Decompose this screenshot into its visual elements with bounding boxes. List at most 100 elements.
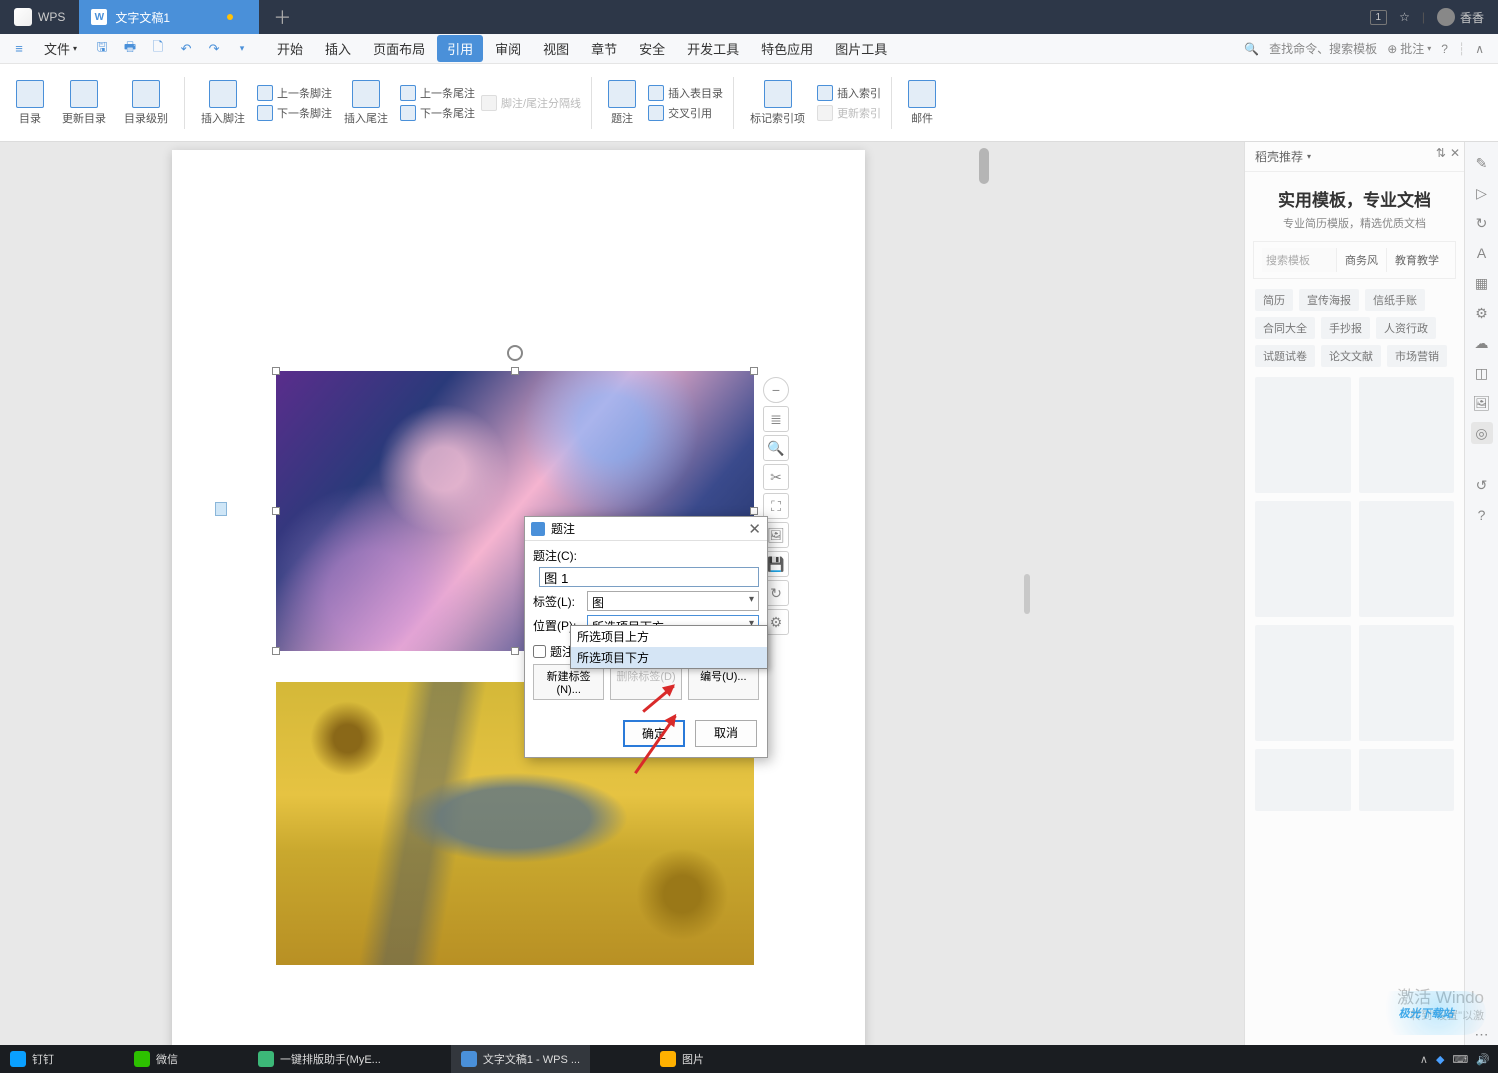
help-icon[interactable]: ?	[1441, 42, 1448, 56]
help2-icon[interactable]: ?	[1471, 504, 1493, 526]
template-card[interactable]	[1359, 625, 1455, 741]
template-tag[interactable]: 合同大全	[1255, 317, 1315, 339]
menu-tab-8[interactable]: 开发工具	[677, 35, 749, 62]
menu-tab-1[interactable]: 插入	[315, 35, 361, 62]
template-tag[interactable]: 简历	[1255, 289, 1293, 311]
zoom-image-icon[interactable]: 🔍	[763, 435, 789, 461]
mark-index-button[interactable]: 标记索引项	[744, 80, 811, 126]
new-label-button[interactable]: 新建标签(N)...	[533, 664, 604, 700]
favorite-icon[interactable]: ☆	[1399, 10, 1410, 24]
new-tab-button[interactable]: ＋	[259, 4, 305, 30]
resize-handle-ml[interactable]	[272, 507, 280, 515]
search-commands[interactable]: 查找命令、搜索模板	[1269, 40, 1377, 57]
tray-up-icon[interactable]: ∧	[1420, 1053, 1428, 1066]
include-label-checkbox[interactable]	[533, 645, 546, 658]
tray-cloud-icon[interactable]: ◆	[1436, 1053, 1444, 1066]
taskbar-item[interactable]: 一键排版助手(MyE...	[248, 1045, 391, 1073]
history-icon[interactable]: ↺	[1471, 474, 1493, 496]
template-tag[interactable]: 论文文献	[1321, 345, 1381, 367]
template-card[interactable]	[1255, 625, 1351, 741]
ok-button[interactable]: 确定	[623, 720, 685, 747]
template-card[interactable]	[1255, 501, 1351, 617]
refresh-icon[interactable]: ↻	[1471, 212, 1493, 234]
template-tab-education[interactable]: 教育教学	[1386, 248, 1447, 272]
template-tag[interactable]: 宣传海报	[1299, 289, 1359, 311]
dropdown-icon[interactable]: ▾	[231, 38, 253, 60]
panel-resize-grip[interactable]	[1024, 574, 1030, 614]
grid-icon[interactable]: ▦	[1471, 272, 1493, 294]
insert-endnote-button[interactable]: 插入尾注	[338, 80, 394, 126]
toc-button[interactable]: 目录	[10, 80, 50, 126]
template-tag[interactable]: 市场营销	[1387, 345, 1447, 367]
hamburger-icon[interactable]: ≡	[8, 38, 30, 60]
template-card[interactable]	[1359, 501, 1455, 617]
template-tag[interactable]: 手抄报	[1321, 317, 1370, 339]
resize-handle-bc[interactable]	[511, 647, 519, 655]
vertical-scrollbar[interactable]	[978, 144, 990, 1043]
template-card[interactable]	[1359, 377, 1455, 493]
position-option-below[interactable]: 所选项目下方	[571, 647, 767, 668]
resize-handle-mr[interactable]	[750, 507, 758, 515]
dialog-titlebar[interactable]: 题注 ✕	[525, 517, 767, 541]
annotate-button[interactable]: ⊕ 批注 ▾	[1387, 40, 1431, 57]
document-area[interactable]: − ≣ 🔍 ✂ ⛶ 🖼 💾 ↻ ⚙ 题注 ✕ 题注(C): 标签(L): 图	[0, 142, 1244, 1045]
cross-ref-button[interactable]: 交叉引用	[648, 105, 723, 121]
panel-options-icon[interactable]: ⇅	[1436, 146, 1446, 160]
cloud-icon[interactable]: ☁	[1471, 332, 1493, 354]
template-search-input[interactable]: 搜索模板	[1262, 248, 1336, 272]
prev-footnote-button[interactable]: 上一条脚注	[257, 85, 332, 101]
tray-lang-icon[interactable]: ⌨	[1452, 1053, 1468, 1066]
prev-endnote-button[interactable]: 上一条尾注	[400, 85, 475, 101]
user-chip[interactable]: 香香	[1437, 8, 1484, 26]
pages-badge[interactable]: 1	[1370, 10, 1388, 25]
template-tag[interactable]: 试题试卷	[1255, 345, 1315, 367]
cancel-button[interactable]: 取消	[695, 720, 757, 747]
menu-tab-9[interactable]: 特色应用	[751, 35, 823, 62]
taskbar-item[interactable]: 钉钉	[0, 1045, 64, 1073]
resize-handle-bl[interactable]	[272, 647, 280, 655]
document-tab[interactable]: W 文字文稿1	[79, 0, 259, 34]
insert-footnote-button[interactable]: 插入脚注	[195, 80, 251, 126]
save-icon[interactable]: 🖫	[91, 38, 113, 60]
collapse-toolbar-icon[interactable]: −	[763, 377, 789, 403]
dialog-close-icon[interactable]: ✕	[748, 520, 761, 538]
text-icon[interactable]: A	[1471, 242, 1493, 264]
mail-button[interactable]: 邮件	[902, 80, 942, 126]
caption-button[interactable]: 题注	[602, 80, 642, 126]
resize-handle-tl[interactable]	[272, 367, 280, 375]
menu-tab-7[interactable]: 安全	[629, 35, 675, 62]
taskbar-item[interactable]: 微信	[124, 1045, 188, 1073]
menu-tab-5[interactable]: 视图	[533, 35, 579, 62]
toc-level-button[interactable]: 目录级别	[118, 80, 174, 126]
collapse-ribbon-icon[interactable]: ∧	[1475, 42, 1484, 56]
settings-icon[interactable]: ⚙	[1471, 302, 1493, 324]
menu-tab-10[interactable]: 图片工具	[825, 35, 897, 62]
template-tag[interactable]: 人资行政	[1376, 317, 1436, 339]
next-endnote-button[interactable]: 下一条尾注	[400, 105, 475, 121]
next-footnote-button[interactable]: 下一条脚注	[257, 105, 332, 121]
template-card[interactable]	[1255, 749, 1351, 811]
template-card[interactable]	[1359, 749, 1455, 811]
more-tools-icon[interactable]: ⋯	[1471, 1023, 1493, 1045]
caption-input[interactable]	[539, 567, 759, 587]
resize-handle-tr[interactable]	[750, 367, 758, 375]
search-icon[interactable]: 🔍	[1244, 42, 1259, 56]
shape-icon[interactable]: ◫	[1471, 362, 1493, 384]
preview-icon[interactable]: 🗋	[147, 38, 169, 60]
scroll-thumb[interactable]	[979, 148, 989, 184]
pencil-icon[interactable]: ✎	[1471, 152, 1493, 174]
menu-tab-4[interactable]: 审阅	[485, 35, 531, 62]
position-option-above[interactable]: 所选项目上方	[571, 626, 767, 647]
rotate-handle[interactable]	[507, 345, 523, 361]
tag-select[interactable]: 图	[587, 591, 759, 611]
resize-handle-tc[interactable]	[511, 367, 519, 375]
menu-tab-3[interactable]: 引用	[437, 35, 483, 62]
panel-close-icon[interactable]: ✕	[1450, 146, 1460, 160]
taskbar-item[interactable]: 文字文稿1 - WPS ...	[451, 1045, 590, 1073]
template-tab-business[interactable]: 商务风	[1336, 248, 1386, 272]
crop-icon[interactable]: ✂	[763, 464, 789, 490]
menu-tab-2[interactable]: 页面布局	[363, 35, 435, 62]
template-tag[interactable]: 信纸手账	[1365, 289, 1425, 311]
redo-icon[interactable]: ↷	[203, 38, 225, 60]
template-icon[interactable]: ◎	[1471, 422, 1493, 444]
